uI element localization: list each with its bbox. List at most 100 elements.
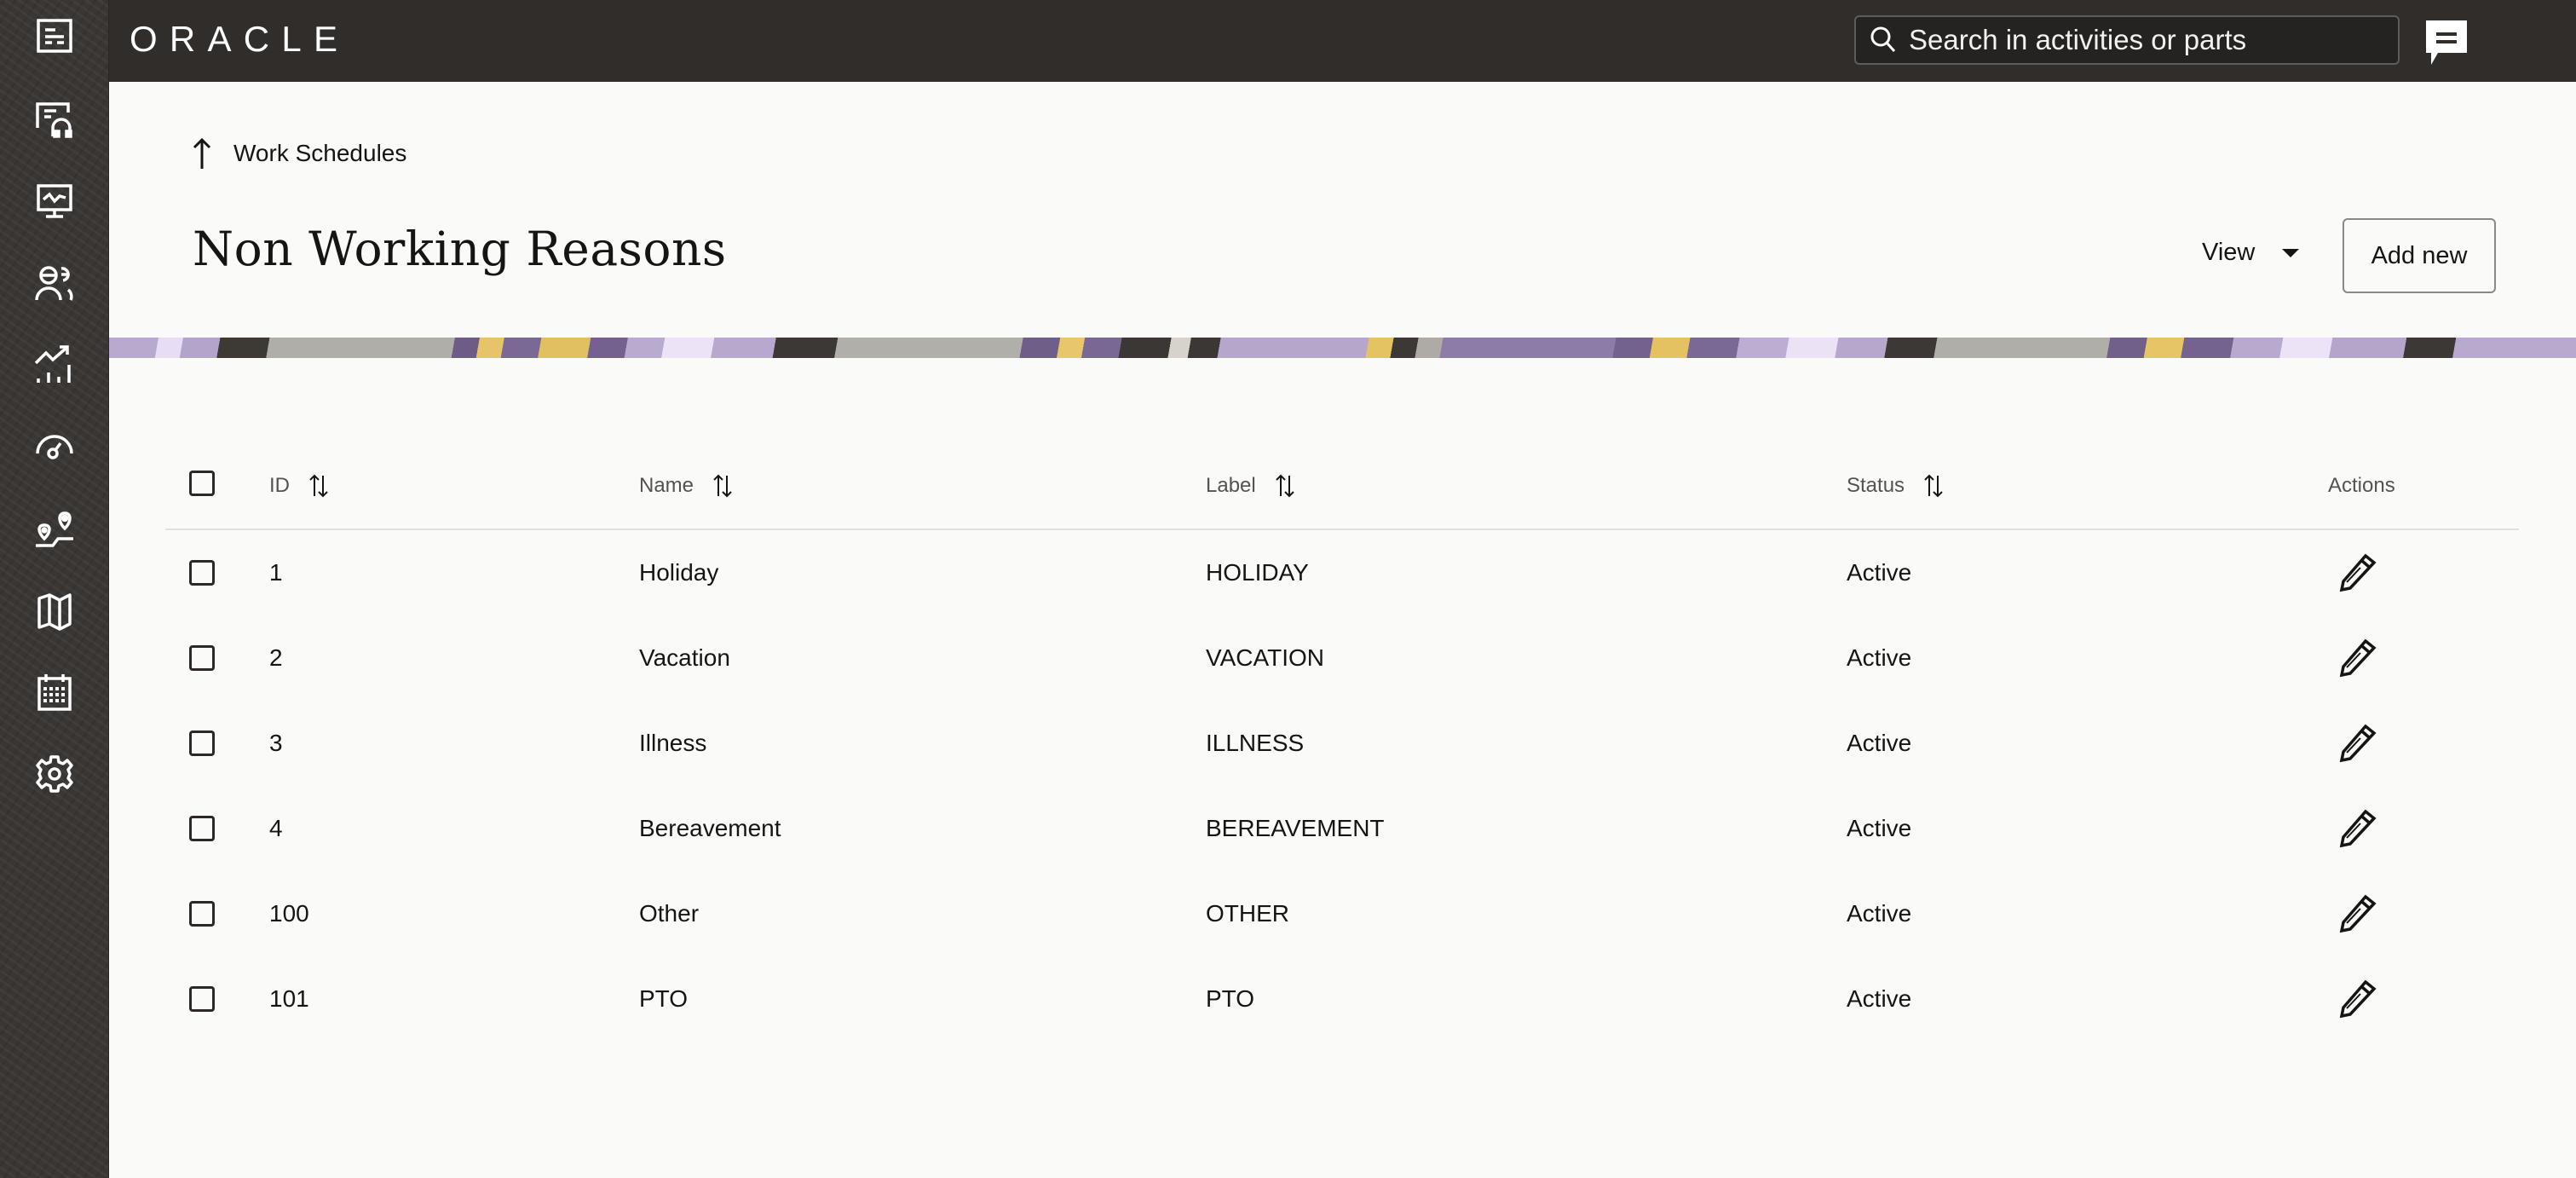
sidebar-item-dashboard[interactable] — [0, 406, 109, 488]
monitor-icon — [37, 184, 72, 218]
column-header-name[interactable]: Name — [639, 469, 733, 503]
pencil-icon — [2339, 979, 2377, 1019]
pencil-icon — [2339, 638, 2377, 678]
column-label: ID — [269, 474, 290, 497]
table-row[interactable]: 4 Bereavement BEREAVEMENT Active — [165, 786, 2519, 871]
gauge-icon — [36, 435, 73, 459]
top-header: ORACLE A — [109, 0, 2576, 82]
calendar-icon — [37, 674, 72, 711]
pencil-icon — [2339, 724, 2377, 763]
cell-name: Other — [639, 900, 700, 927]
sidebar-item-resources[interactable] — [0, 242, 109, 324]
cell-status: Active — [1847, 559, 1912, 586]
row-checkbox[interactable] — [189, 816, 215, 841]
cell-status: Active — [1847, 730, 1912, 756]
page-title: Non Working Reasons — [193, 222, 727, 276]
cell-label: PTO — [1206, 985, 1255, 1012]
table-row[interactable]: 2 Vacation VACATION Active — [165, 615, 2519, 701]
edit-button[interactable] — [2337, 893, 2377, 934]
column-label: Actions — [2328, 474, 2395, 497]
column-label: Name — [639, 474, 694, 497]
column-header-actions: Actions — [2328, 469, 2395, 503]
messages-button[interactable] — [2423, 19, 2470, 66]
chat-bubble-icon — [2426, 20, 2467, 65]
sidebar-item-activities[interactable] — [0, 0, 109, 77]
row-checkbox[interactable] — [189, 645, 215, 671]
table-body: 1 Holiday HOLIDAY Active 2 Vacation VACA… — [165, 530, 2519, 1042]
cell-status: Active — [1847, 644, 1912, 671]
cell-status: Active — [1847, 900, 1912, 927]
column-header-id[interactable]: ID — [269, 469, 329, 503]
cell-label: BEREAVEMENT — [1206, 815, 1385, 841]
view-menu-button[interactable]: View — [2202, 239, 2300, 267]
sidebar-item-monitor[interactable] — [0, 160, 109, 242]
edit-button[interactable] — [2337, 638, 2377, 679]
activity-list-icon — [37, 19, 72, 53]
table-row[interactable]: 1 Holiday HOLIDAY Active — [165, 530, 2519, 615]
sidebar-item-routing[interactable] — [0, 488, 109, 569]
table-row[interactable]: 3 Illness ILLNESS Active — [165, 701, 2519, 786]
sort-icon[interactable] — [712, 473, 733, 499]
cell-id: 1 — [269, 559, 283, 586]
cell-id: 100 — [269, 900, 309, 927]
oracle-logo[interactable]: ORACLE — [130, 19, 351, 60]
non-working-reasons-table: ID Name Label Status Actions 1 Holiday H… — [165, 443, 2519, 1042]
view-label: View — [2202, 239, 2256, 266]
svg-text:ORACLE: ORACLE — [130, 23, 339, 55]
search-input[interactable] — [1909, 24, 2386, 56]
pencil-icon — [2339, 809, 2377, 848]
sort-icon[interactable] — [1275, 473, 1295, 499]
cell-id: 2 — [269, 644, 283, 671]
edit-button[interactable] — [2337, 723, 2377, 764]
cell-status: Active — [1847, 985, 1912, 1012]
edit-button[interactable] — [2337, 808, 2377, 849]
arrow-up-icon — [193, 137, 211, 169]
sidebar-item-reports[interactable] — [0, 324, 109, 406]
select-all-checkbox[interactable] — [189, 471, 215, 496]
row-checkbox[interactable] — [189, 986, 215, 1012]
sidebar-item-map[interactable] — [0, 569, 109, 651]
row-checkbox[interactable] — [189, 560, 215, 586]
cell-label: OTHER — [1206, 900, 1289, 927]
map-icon — [37, 593, 72, 631]
breadcrumb-label: Work Schedules — [233, 140, 407, 166]
cell-status: Active — [1847, 815, 1912, 841]
row-checkbox[interactable] — [189, 901, 215, 927]
cell-label: VACATION — [1206, 644, 1324, 671]
column-label: Label — [1206, 474, 1256, 497]
technicians-icon — [35, 266, 73, 301]
column-label: Status — [1847, 474, 1905, 497]
cell-label: ILLNESS — [1206, 730, 1305, 756]
add-new-button[interactable]: Add new — [2343, 218, 2496, 293]
sidebar-item-dispatch[interactable] — [0, 78, 109, 160]
gear-icon — [36, 755, 73, 793]
cell-id: 4 — [269, 815, 283, 841]
pencil-icon — [2339, 553, 2377, 592]
breadcrumb-work-schedules[interactable]: Work Schedules — [189, 136, 406, 170]
sort-icon[interactable] — [308, 473, 329, 499]
cell-name: PTO — [639, 985, 689, 1012]
caret-down-icon — [2282, 248, 2300, 257]
oracle-logo-icon: ORACLE — [130, 23, 339, 55]
cell-name: Vacation — [639, 644, 730, 671]
edit-button[interactable] — [2337, 979, 2377, 1019]
sort-icon[interactable] — [1923, 473, 1944, 499]
table-header: ID Name Label Status Actions — [165, 443, 2519, 530]
sidebar-item-calendar[interactable] — [0, 651, 109, 733]
edit-button[interactable] — [2337, 552, 2377, 593]
cell-id: 3 — [269, 730, 283, 756]
search-box[interactable] — [1854, 15, 2400, 65]
route-icon — [36, 511, 73, 547]
dispatch-console-icon — [36, 102, 72, 138]
column-header-label[interactable]: Label — [1206, 469, 1295, 503]
sidebar-item-settings[interactable] — [0, 733, 109, 815]
row-checkbox[interactable] — [189, 730, 215, 756]
analytics-icon — [34, 345, 71, 383]
column-header-status[interactable]: Status — [1847, 469, 1944, 503]
cell-name: Bereavement — [639, 815, 781, 841]
table-row[interactable]: 101 PTO PTO Active — [165, 956, 2519, 1042]
cell-name: Holiday — [639, 559, 719, 586]
table-row[interactable]: 100 Other OTHER Active — [165, 871, 2519, 956]
decorative-banner — [109, 338, 2576, 358]
cell-id: 101 — [269, 985, 309, 1012]
